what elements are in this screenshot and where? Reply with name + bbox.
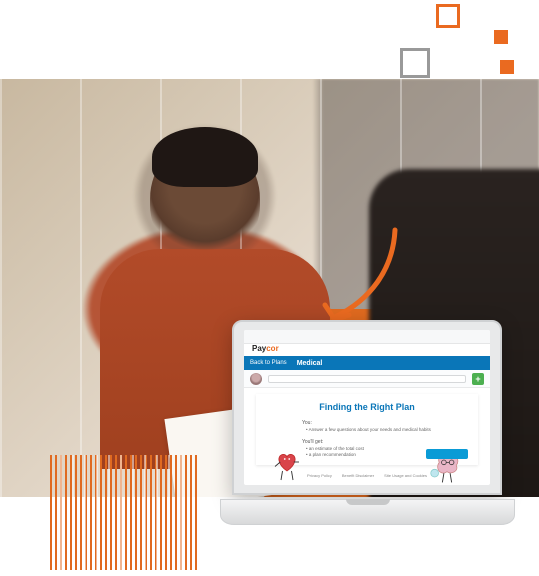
decor-barcode-pattern — [50, 455, 200, 570]
youget-label: You'll get: — [302, 439, 468, 445]
plan-select-field[interactable] — [268, 375, 466, 383]
footer-disclaimer-link[interactable]: Benefit Disclaimer — [342, 473, 374, 483]
app-footer: Privacy Policy Benefit Disclaimer Site U… — [244, 473, 490, 483]
footer-privacy-link[interactable]: Privacy Policy — [307, 473, 332, 483]
laptop-app: Paycor Back to Plans Medical + Finding t… — [244, 330, 490, 485]
user-avatar[interactable] — [250, 373, 262, 385]
app-section-bar: Back to Plans Medical — [244, 356, 490, 370]
laptop-notch — [346, 499, 390, 505]
decor-arrow-icon — [315, 225, 405, 335]
decor-square-orange-outline — [436, 4, 460, 28]
app-browser-chrome — [244, 330, 490, 344]
app-logo-suffix: cor — [266, 344, 278, 353]
app-toolbar: + — [244, 370, 490, 388]
app-logo-prefix: Pay — [252, 344, 266, 353]
add-button[interactable]: + — [472, 373, 484, 385]
decor-square-orange-fill — [500, 60, 514, 74]
decor-square-gray-outline — [400, 48, 430, 78]
footer-cookies-link[interactable]: Site Usage and Cookies — [384, 473, 427, 483]
section-title: Medical — [297, 360, 323, 367]
app-logo: Paycor — [252, 344, 279, 353]
card-title: Finding the Right Plan — [266, 402, 468, 412]
finding-plan-card: Finding the Right Plan — [256, 394, 478, 465]
decor-square-orange-fill — [494, 30, 508, 44]
back-to-plans-link[interactable]: Back to Plans — [250, 360, 287, 366]
photo-person-hair — [152, 127, 258, 187]
laptop-screen: Paycor Back to Plans Medical + Finding t… — [232, 320, 502, 495]
continue-button[interactable] — [426, 449, 468, 459]
you-line: • Answer a few questions about your need… — [306, 427, 468, 433]
laptop-mockup: Paycor Back to Plans Medical + Finding t… — [220, 320, 515, 525]
you-label: You: — [302, 420, 468, 426]
